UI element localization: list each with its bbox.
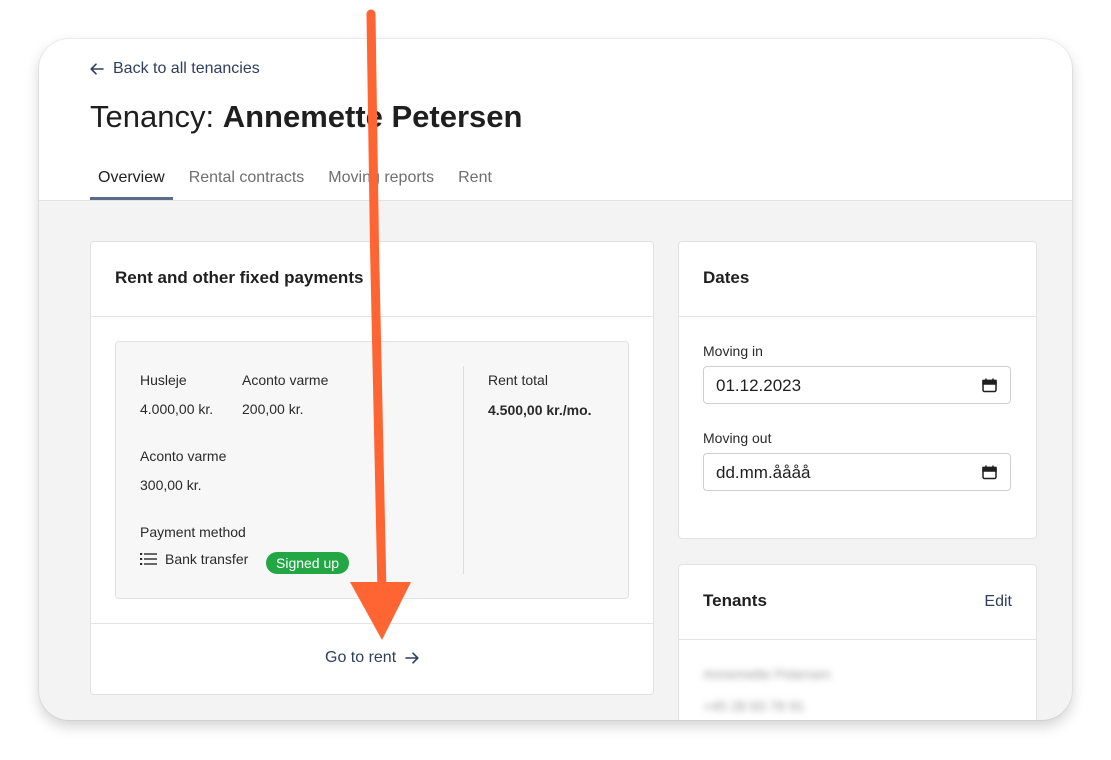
rent-card-header: Rent and other fixed payments [91, 242, 653, 317]
payment-item-value: 300,00 kr. [140, 477, 202, 493]
page-title: Tenancy: Annemette Petersen [90, 99, 522, 135]
payment-item-label: Husleje [140, 372, 187, 388]
tenant-phone: +45 28 83 78 91 [703, 698, 805, 714]
tenant-name-title: Annemette Petersen [222, 99, 523, 134]
calendar-icon[interactable] [982, 378, 997, 393]
calendar-icon[interactable] [982, 465, 997, 480]
payment-item-value: 200,00 kr. [242, 401, 304, 417]
payment-method-value: Bank transfer [165, 551, 249, 567]
moving-in-date-input[interactable]: 01.12.2023 [703, 366, 1011, 404]
moving-out-placeholder: dd.mm.åååå [716, 463, 811, 482]
app-window: Back to all tenancies Tenancy: Annemette… [39, 39, 1072, 720]
tenants-card-title: Tenants [703, 591, 767, 610]
tenant-name: Annemette Petersen [703, 666, 831, 682]
summary-divider [463, 366, 464, 574]
payment-item-label: Aconto varme [140, 448, 227, 464]
status-badge: Signed up [266, 552, 350, 574]
rent-total-label: Rent total [488, 372, 548, 388]
go-to-rent-label: Go to rent [325, 649, 397, 666]
dates-card-title: Dates [703, 268, 750, 287]
tab-overview[interactable]: Overview [90, 157, 173, 200]
page-title-prefix: Tenancy: [90, 99, 223, 134]
moving-in-label: Moving in [703, 343, 763, 359]
tab-rental-contracts[interactable]: Rental contracts [181, 157, 313, 200]
list-icon [140, 553, 157, 565]
rent-card-footer: Go to rent [91, 623, 653, 695]
moving-out-date-input[interactable]: dd.mm.åååå [703, 453, 1011, 491]
rent-total-value: 4.500,00 kr./mo. [488, 402, 592, 418]
arrow-left-icon [90, 63, 104, 75]
payment-method-label: Payment method [140, 524, 246, 540]
dates-card: Dates Moving in 01.12.2023 Moving out dd… [678, 241, 1037, 539]
page-header: Back to all tenancies Tenancy: Annemette… [39, 39, 1072, 201]
tenants-card-header: Tenants Edit [679, 565, 1036, 640]
arrow-right-icon [405, 652, 419, 664]
payment-item-value: 4.000,00 kr. [140, 401, 214, 417]
back-link-label: Back to all tenancies [113, 60, 260, 77]
tab-moving-reports[interactable]: Moving reports [320, 157, 442, 200]
tenants-card: Tenants Edit Annemette Petersen +45 28 8… [678, 564, 1037, 720]
payment-method: Bank transfer [140, 551, 248, 567]
edit-tenants-button[interactable]: Edit [984, 593, 1012, 611]
tab-rent[interactable]: Rent [450, 157, 500, 200]
rent-payments-card: Rent and other fixed payments Husleje 4.… [90, 241, 654, 695]
tab-bar: Overview Rental contracts Moving reports… [90, 157, 508, 200]
payment-item-label: Aconto varme [242, 372, 329, 388]
moving-in-value: 01.12.2023 [716, 376, 802, 395]
back-to-tenancies-link[interactable]: Back to all tenancies [89, 58, 260, 80]
rent-card-title: Rent and other fixed payments [115, 268, 364, 287]
dates-card-header: Dates [679, 242, 1036, 317]
moving-out-label: Moving out [703, 430, 772, 446]
go-to-rent-link[interactable]: Go to rent [325, 649, 420, 667]
payments-summary-box: Husleje 4.000,00 kr. Aconto varme 200,00… [115, 341, 629, 599]
